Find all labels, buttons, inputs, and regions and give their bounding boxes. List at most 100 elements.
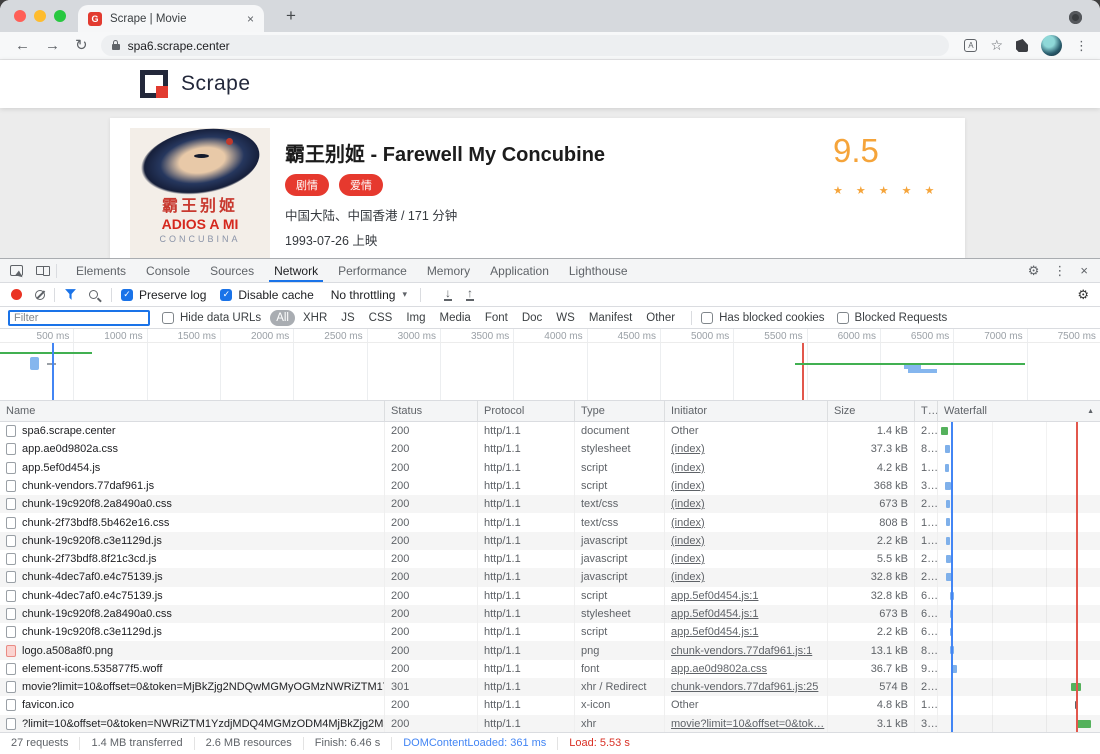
- filter-type-doc[interactable]: Doc: [516, 310, 548, 326]
- forward-button[interactable]: →: [45, 38, 60, 53]
- reload-button[interactable]: ↻: [75, 38, 88, 53]
- table-row[interactable]: app.ae0d9802a.css 200 http/1.1 styleshee…: [0, 440, 1100, 458]
- table-row[interactable]: chunk-4dec7af0.e4c75139.js 200 http/1.1 …: [0, 568, 1100, 586]
- table-row[interactable]: chunk-2f73bdf8.5b462e16.css 200 http/1.1…: [0, 513, 1100, 531]
- table-row[interactable]: movie?limit=10&offset=0&token=MjBkZjg2ND…: [0, 678, 1100, 696]
- browser-tab[interactable]: G Scrape | Movie ×: [78, 5, 264, 32]
- extension-icon[interactable]: [1016, 39, 1028, 52]
- table-row[interactable]: chunk-19c920f8.c3e1129d.js 200 http/1.1 …: [0, 532, 1100, 550]
- address-bar[interactable]: spa6.scrape.center: [101, 35, 949, 56]
- initiator-link[interactable]: chunk-vendors.77daf961.js:1: [671, 645, 812, 657]
- column-header-waterfall[interactable]: Waterfall▲: [938, 401, 1100, 421]
- brand-name[interactable]: Scrape: [181, 72, 251, 96]
- filter-type-js[interactable]: JS: [335, 310, 360, 326]
- devtools-settings-icon[interactable]: ⚙: [1028, 263, 1040, 279]
- devtools-tab-performance[interactable]: Performance: [328, 259, 417, 282]
- column-header-t[interactable]: T…: [915, 401, 938, 421]
- initiator-link[interactable]: (index): [671, 517, 705, 529]
- table-row[interactable]: chunk-19c920f8.2a8490a0.css 200 http/1.1…: [0, 495, 1100, 513]
- disable-cache-checkbox[interactable]: ✓: [220, 289, 232, 301]
- initiator-link[interactable]: movie?limit=10&offset=0&tok…: [671, 718, 824, 730]
- devtools-tab-lighthouse[interactable]: Lighthouse: [559, 259, 638, 282]
- filter-input[interactable]: [8, 310, 150, 326]
- inspect-element-icon[interactable]: [10, 265, 23, 276]
- filter-type-all[interactable]: All: [270, 310, 295, 326]
- initiator-link[interactable]: (index): [671, 443, 705, 455]
- column-header-type[interactable]: Type: [575, 401, 665, 421]
- blocked-requests-checkbox[interactable]: [837, 312, 849, 324]
- initiator-link[interactable]: (index): [671, 571, 705, 583]
- table-row[interactable]: spa6.scrape.center 200 http/1.1 document…: [0, 422, 1100, 440]
- translate-icon[interactable]: A: [964, 39, 977, 52]
- initiator-link[interactable]: app.ae0d9802a.css: [671, 663, 767, 675]
- table-row[interactable]: favicon.ico 200 http/1.1 x-icon Other 4.…: [0, 696, 1100, 714]
- scrape-logo-icon[interactable]: [140, 70, 168, 98]
- record-network-log-button[interactable]: [11, 289, 22, 300]
- throttling-select[interactable]: No throttling: [331, 288, 396, 302]
- column-header-status[interactable]: Status: [385, 401, 478, 421]
- filter-type-font[interactable]: Font: [479, 310, 514, 326]
- network-settings-icon[interactable]: ⚙: [1077, 287, 1089, 303]
- initiator-link[interactable]: (index): [671, 480, 705, 492]
- column-header-name[interactable]: Name: [0, 401, 385, 421]
- initiator-link[interactable]: app.5ef0d454.js:1: [671, 608, 758, 620]
- request-size: 13.1 kB: [828, 641, 915, 659]
- filter-type-ws[interactable]: WS: [550, 310, 581, 326]
- close-window-button[interactable]: [14, 10, 26, 22]
- devtools-menu-icon[interactable]: ⋮: [1053, 263, 1066, 279]
- devtools-tab-sources[interactable]: Sources: [200, 259, 264, 282]
- initiator-link[interactable]: app.5ef0d454.js:1: [671, 590, 758, 602]
- initiator-link[interactable]: (index): [671, 535, 705, 547]
- column-header-initiator[interactable]: Initiator: [665, 401, 828, 421]
- maximize-window-button[interactable]: [54, 10, 66, 22]
- filter-type-manifest[interactable]: Manifest: [583, 310, 638, 326]
- table-row[interactable]: ?limit=10&offset=0&token=NWRiZTM1YzdjMDQ…: [0, 715, 1100, 733]
- new-tab-button[interactable]: +: [286, 6, 296, 26]
- devtools-tab-console[interactable]: Console: [136, 259, 200, 282]
- minimize-window-button[interactable]: [34, 10, 46, 22]
- import-har-icon[interactable]: ↓: [444, 288, 452, 301]
- devtools-close-icon[interactable]: ×: [1080, 263, 1088, 278]
- initiator-link[interactable]: (index): [671, 553, 705, 565]
- preserve-log-checkbox[interactable]: ✓: [121, 289, 133, 301]
- request-time: 2…: [915, 568, 938, 586]
- initiator-link[interactable]: app.5ef0d454.js:1: [671, 626, 758, 638]
- initiator-link[interactable]: chunk-vendors.77daf961.js:25: [671, 681, 818, 693]
- table-row[interactable]: chunk-19c920f8.c3e1129d.js 200 http/1.1 …: [0, 623, 1100, 641]
- network-overview-timeline[interactable]: 500 ms1000 ms1500 ms2000 ms2500 ms3000 m…: [0, 329, 1100, 401]
- export-har-icon[interactable]: ↑: [466, 288, 474, 301]
- browser-menu-icon[interactable]: ⋮: [1075, 38, 1088, 54]
- filter-type-xhr[interactable]: XHR: [297, 310, 333, 326]
- table-row[interactable]: chunk-19c920f8.2a8490a0.css 200 http/1.1…: [0, 605, 1100, 623]
- hide-data-urls-checkbox[interactable]: [162, 312, 174, 324]
- table-row[interactable]: app.5ef0d454.js 200 http/1.1 script (ind…: [0, 459, 1100, 477]
- search-icon[interactable]: [89, 290, 98, 299]
- initiator-link[interactable]: (index): [671, 498, 705, 510]
- table-row[interactable]: chunk-vendors.77daf961.js 200 http/1.1 s…: [0, 477, 1100, 495]
- table-row[interactable]: logo.a508a8f0.png 200 http/1.1 png chunk…: [0, 641, 1100, 659]
- devtools-tab-application[interactable]: Application: [480, 259, 559, 282]
- devtools-tab-memory[interactable]: Memory: [417, 259, 480, 282]
- table-row[interactable]: chunk-4dec7af0.e4c75139.js 200 http/1.1 …: [0, 587, 1100, 605]
- back-button[interactable]: ←: [15, 38, 30, 53]
- filter-type-img[interactable]: Img: [400, 310, 431, 326]
- devtools-tab-elements[interactable]: Elements: [66, 259, 136, 282]
- bookmark-star-icon[interactable]: ☆: [990, 37, 1003, 54]
- initiator-link[interactable]: (index): [671, 462, 705, 474]
- clear-network-log-icon[interactable]: [35, 290, 45, 300]
- profile-avatar[interactable]: [1041, 35, 1062, 56]
- table-row[interactable]: chunk-2f73bdf8.8f21c3cd.js 200 http/1.1 …: [0, 550, 1100, 568]
- has-blocked-cookies-checkbox[interactable]: [701, 312, 713, 324]
- column-header-size[interactable]: Size: [828, 401, 915, 421]
- tab-close-icon[interactable]: ×: [247, 12, 254, 26]
- devtools-tab-network[interactable]: Network: [264, 259, 328, 282]
- filter-type-media[interactable]: Media: [434, 310, 477, 326]
- filter-type-other[interactable]: Other: [640, 310, 681, 326]
- column-header-protocol[interactable]: Protocol: [478, 401, 575, 421]
- filter-type-css[interactable]: CSS: [363, 310, 399, 326]
- filter-funnel-icon[interactable]: [64, 288, 77, 301]
- table-row[interactable]: element-icons.535877f5.woff 200 http/1.1…: [0, 660, 1100, 678]
- overview-load-marker: [802, 343, 804, 400]
- device-toolbar-icon[interactable]: [36, 266, 47, 275]
- file-icon: [6, 443, 16, 455]
